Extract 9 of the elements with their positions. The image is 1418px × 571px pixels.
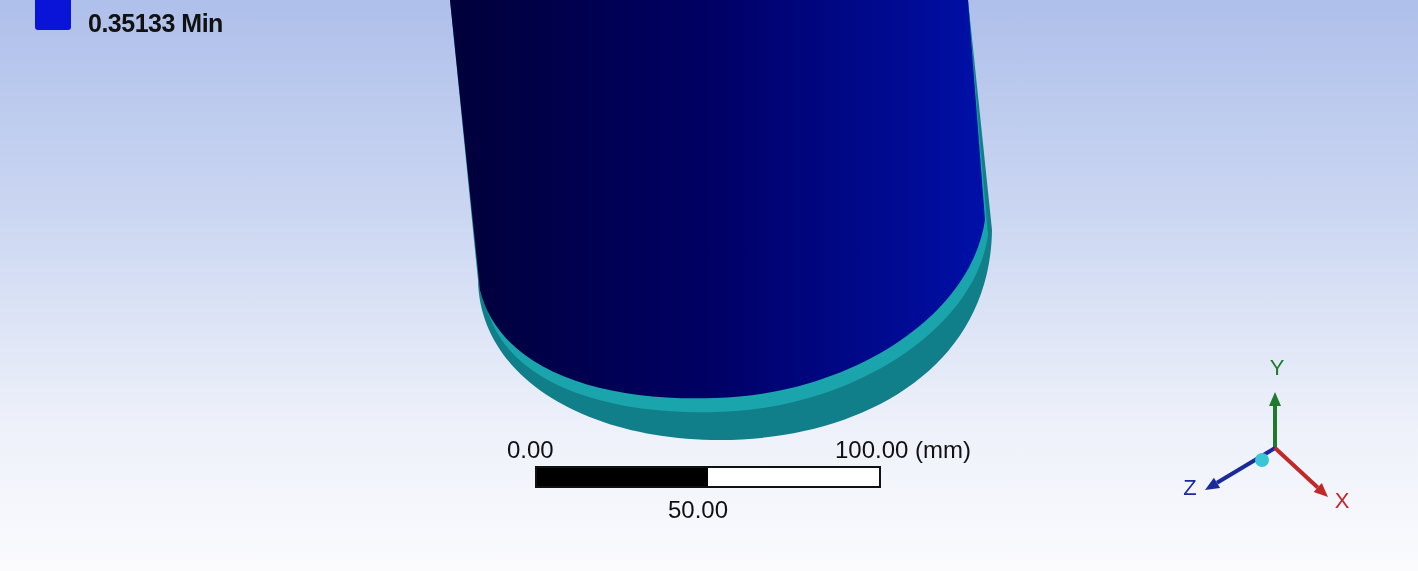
scale-middle-label: 50.00 — [668, 496, 729, 524]
legend-min-label: 0.35133 Min — [88, 9, 223, 38]
scale-start-label: 0.00 — [507, 436, 554, 464]
scale-end-label: 100.00 (mm) — [835, 436, 972, 464]
axis-label: X — [1334, 488, 1350, 513]
origin-ball-icon — [1255, 453, 1269, 467]
legend-swatch — [35, 0, 71, 30]
axis-label: Y — [1269, 355, 1285, 380]
axis-label: Z — [1183, 475, 1197, 500]
